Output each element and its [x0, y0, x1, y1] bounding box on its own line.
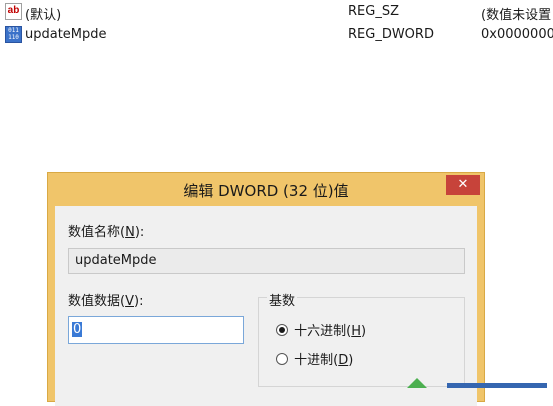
dialog-titlebar[interactable]: 编辑 DWORD (32 位)值 ✕ [48, 173, 484, 206]
radio-hexadecimal[interactable]: 十六进制(H) [276, 320, 366, 339]
string-value-icon: ab [5, 3, 22, 20]
value-type: REG_DWORD [348, 27, 434, 42]
radio-unchecked-icon [276, 353, 288, 365]
base-label: 基数 [267, 290, 298, 309]
binary-value-icon: 011 110 [5, 26, 22, 43]
value-name-field[interactable]: updateMpde [68, 248, 465, 274]
value-name: (默认) [25, 8, 62, 23]
value-type: REG_SZ [348, 4, 399, 19]
registry-row-updatempde[interactable]: 011 110 updateMpde REG_DWORD 0x0000000 [0, 25, 553, 47]
value-data-label: 数值数据(V): [68, 294, 144, 309]
base-groupbox [258, 297, 465, 387]
registry-row-default[interactable]: ab (默认) REG_SZ (数值未设置 [0, 2, 553, 24]
value-data: (数值未设置 [481, 8, 552, 23]
dialog-title: 编辑 DWORD (32 位)值 [183, 182, 349, 200]
close-button[interactable]: ✕ [446, 175, 480, 195]
value-data-text: 0 [72, 322, 83, 337]
watermark-logo [407, 378, 427, 388]
edit-dword-dialog: 编辑 DWORD (32 位)值 ✕ 数值名称(N): updateMpde 数… [47, 172, 485, 406]
value-name-label: 数值名称(N): [68, 225, 145, 240]
value-name: updateMpde [25, 27, 107, 42]
close-icon: ✕ [457, 177, 469, 192]
radio-decimal[interactable]: 十进制(D) [276, 349, 353, 368]
value-data-input[interactable]: 0 [68, 316, 244, 344]
value-data: 0x0000000 [481, 27, 553, 42]
radio-checked-icon [276, 324, 288, 336]
watermark-bar [447, 383, 547, 388]
dialog-body: 数值名称(N): updateMpde 数值数据(V): 0 基数 十六进制(H… [55, 206, 477, 406]
